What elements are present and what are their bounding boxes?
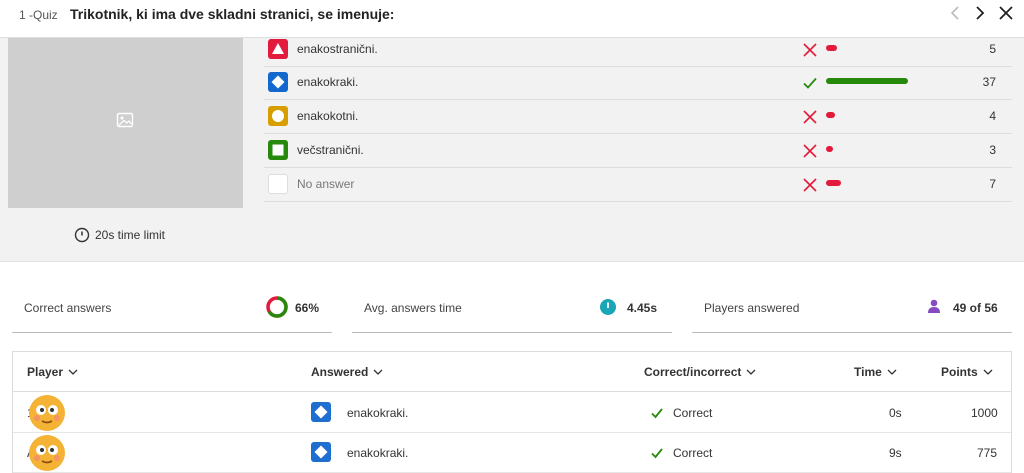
stat-value: 49 of 56 <box>953 301 998 315</box>
header-player: Player <box>27 365 64 379</box>
points-text: 1000 <box>971 406 998 420</box>
answer-text: enakokraki. <box>347 446 409 460</box>
answer-option-row: enakokraki. 37 <box>264 66 1012 100</box>
avatar <box>27 393 67 433</box>
header-correct: Correct/incorrect <box>644 365 742 379</box>
answer-text: enakokraki. <box>347 406 409 420</box>
sort-time[interactable]: Time <box>854 365 898 379</box>
diamond-icon <box>311 402 331 422</box>
sort-points[interactable]: Points <box>941 365 994 379</box>
answer-option-label: No answer <box>297 177 355 191</box>
clock-icon <box>74 227 90 243</box>
time-text: 9s <box>889 446 902 460</box>
cross-icon <box>802 42 818 58</box>
time-limit: 20s time limit <box>74 227 165 243</box>
result-text: Correct <box>673 406 713 420</box>
answer-share-bar <box>826 112 835 118</box>
header-points: Points <box>941 365 978 379</box>
chevron-down-icon <box>373 369 383 375</box>
answer-count: 4 <box>989 109 996 123</box>
time-text: 0s <box>889 406 902 420</box>
answer-option-label: enakostranični. <box>297 42 378 56</box>
question-summary: 20s time limit enakostranični. 5 enakokrak… <box>0 38 1024 262</box>
chevron-down-icon <box>983 369 993 375</box>
question-title: Trikotnik, ki ima dve skladni stranici, … <box>70 6 395 22</box>
header-time: Time <box>854 365 882 379</box>
cross-icon <box>802 109 818 125</box>
empty-answer-icon <box>268 174 288 194</box>
answer-option-label: enakokraki. <box>297 75 359 89</box>
check-icon <box>802 75 818 91</box>
stat-label: Players answered <box>704 301 800 315</box>
chevron-down-icon <box>68 369 78 375</box>
answer-count: 5 <box>989 42 996 56</box>
image-placeholder-icon <box>116 112 134 128</box>
result-text: Correct <box>673 446 713 460</box>
stat-players-answered: Players answered 49 of 56 <box>692 291 1012 333</box>
quiz-tag: 1 -Quiz <box>19 8 58 22</box>
answer-share-bar <box>826 78 908 84</box>
chevron-down-icon <box>887 369 897 375</box>
sort-answered[interactable]: Answered <box>311 365 384 379</box>
answer-count: 7 <box>989 177 996 191</box>
check-icon <box>651 448 663 459</box>
answer-option-row: No answer 7 <box>264 168 1012 202</box>
timer-icon <box>600 299 616 315</box>
answer-share-bar <box>826 180 841 186</box>
chevron-left-icon[interactable] <box>946 2 966 24</box>
square-icon <box>268 140 288 160</box>
stat-avg-time: Avg. answers time 4.45s <box>352 291 672 333</box>
players-table: Player Answered Correct/incorrect Time P… <box>12 351 1012 473</box>
correct-donut-icon <box>266 296 288 318</box>
sort-correct[interactable]: Correct/incorrect <box>644 365 757 379</box>
time-limit-label: 20s time limit <box>95 228 166 242</box>
answer-option-row: enakokotni. 4 <box>264 100 1012 134</box>
stat-label: Avg. answers time <box>364 301 462 315</box>
diamond-icon <box>311 442 331 462</box>
table-row[interactable]: A H enakokraki. Correct 9s 775 <box>13 433 1011 473</box>
header-answered: Answered <box>311 365 369 379</box>
answer-count: 37 <box>982 75 996 89</box>
question-image <box>8 38 243 208</box>
cross-icon <box>802 143 818 159</box>
answer-option-label: večstranični. <box>297 143 364 157</box>
cross-icon <box>802 177 818 193</box>
table-header: Player Answered Correct/incorrect Time P… <box>13 352 1011 392</box>
stat-correct-answers: Correct answers 66% <box>12 291 332 333</box>
answer-option-label: enakokotni. <box>297 109 359 123</box>
triangle-icon <box>268 39 288 59</box>
diamond-icon <box>268 72 288 92</box>
answer-share-bar <box>826 146 833 152</box>
avatar <box>27 433 67 473</box>
chevron-right-icon[interactable] <box>970 2 990 24</box>
stat-value: 66% <box>295 301 320 315</box>
points-text: 775 <box>977 446 998 460</box>
answer-option-row: enakostranični. 5 <box>264 33 1012 67</box>
answer-share-bar <box>826 45 837 51</box>
table-row[interactable]: 1 7 enakokraki. Correct 0s 1000 <box>13 393 1011 433</box>
stat-label: Correct answers <box>24 301 112 315</box>
chevron-down-icon <box>746 369 756 375</box>
sort-player[interactable]: Player <box>27 365 79 379</box>
circle-icon <box>268 106 288 126</box>
answer-option-row: večstranični. 3 <box>264 134 1012 168</box>
check-icon <box>651 408 663 419</box>
close-icon[interactable] <box>995 2 1017 24</box>
stat-value: 4.45s <box>627 301 658 315</box>
player-icon <box>928 299 940 313</box>
answer-count: 3 <box>989 143 996 157</box>
